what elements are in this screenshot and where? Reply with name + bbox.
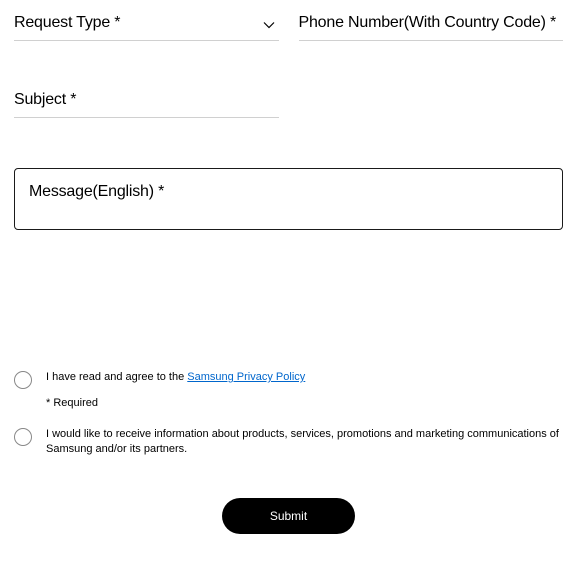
privacy-prefix: I have read and agree to the — [46, 371, 187, 383]
marketing-checkbox-row: I would like to receive information abou… — [14, 427, 563, 458]
phone-label: Phone Number(With Country Code) * — [299, 14, 557, 31]
request-type-field[interactable]: Request Type * — [14, 14, 279, 41]
message-label: Message(English) * — [29, 183, 164, 200]
privacy-checkbox-row: I have read and agree to the Samsung Pri… — [14, 370, 563, 389]
privacy-policy-link[interactable]: Samsung Privacy Policy — [187, 371, 305, 383]
submit-button[interactable]: Submit — [222, 498, 355, 534]
marketing-text: I would like to receive information abou… — [46, 427, 563, 458]
required-note: * Required — [46, 397, 563, 409]
privacy-checkbox[interactable] — [14, 371, 32, 389]
phone-field[interactable]: Phone Number(With Country Code) * — [299, 14, 564, 41]
message-field[interactable]: Message(English) * — [14, 168, 563, 230]
marketing-checkbox[interactable] — [14, 428, 32, 446]
subject-label: Subject * — [14, 91, 76, 108]
privacy-text: I have read and agree to the Samsung Pri… — [46, 370, 305, 385]
request-type-label: Request Type * — [14, 14, 120, 31]
subject-field[interactable]: Subject * — [14, 91, 279, 118]
chevron-down-icon — [263, 18, 275, 30]
submit-wrap: Submit — [14, 498, 563, 534]
